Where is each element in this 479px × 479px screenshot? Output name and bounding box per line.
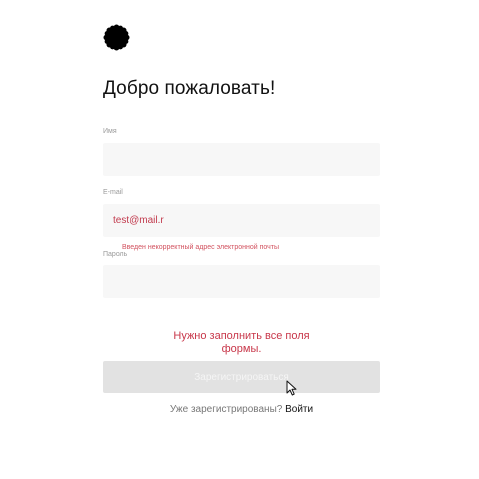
email-input[interactable] [103,204,380,237]
password-input[interactable] [103,265,380,298]
email-error-message: Введен некорректный адрес электронной по… [122,244,280,251]
name-input[interactable] [103,143,380,176]
already-registered-text: Уже зарегистрированы? [169,404,283,415]
email-label: E-mail [103,189,123,196]
form-error-line-1: Нужно заполнить все поля [173,330,310,342]
password-label: Пароль [103,251,128,258]
mouse-pointer-icon [286,380,297,396]
name-label: Имя [103,128,117,135]
register-button[interactable]: Зарегистрироваться [103,361,380,393]
form-error-line-2: формы. [221,343,262,355]
logo-icon [103,24,130,51]
form-error-message: Нужно заполнить все поля формы. [103,330,380,356]
page-title: Добро пожаловать! [103,78,276,99]
signin-link[interactable]: Войти [285,404,313,415]
signin-row: Уже зарегистрированы? Войти [103,404,380,415]
